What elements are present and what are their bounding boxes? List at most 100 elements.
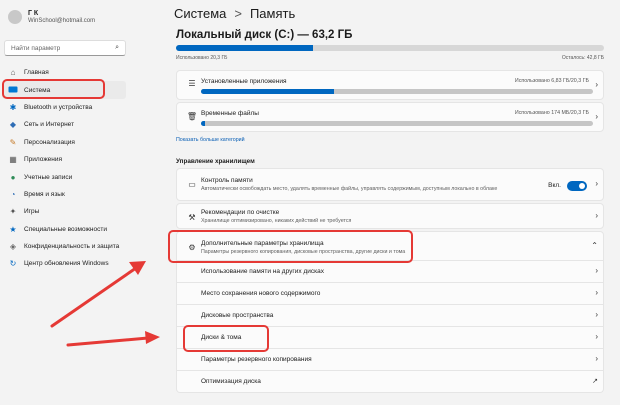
sub-item-other-drives-usage[interactable]: Использование памяти на других дисках › bbox=[176, 261, 604, 283]
category-usage: Использовано 174 МБ/20,3 ГБ bbox=[514, 110, 589, 116]
page-title: Память bbox=[249, 6, 296, 21]
category-usage-fill bbox=[201, 121, 205, 126]
category-title: Установленные приложения bbox=[201, 78, 287, 85]
sidebar-item-label: Время и язык bbox=[24, 190, 65, 198]
sidebar-nav: ⌂ Главная Система ✱ Bluetooth и устройст… bbox=[2, 64, 126, 273]
sub-item-label: Место сохранения нового содержимого bbox=[201, 290, 321, 297]
disk-title: Локальный диск (C:) — 63,2 ГБ bbox=[176, 29, 353, 41]
toggle-label: Вкл. bbox=[548, 182, 561, 189]
brush-icon: ✎ bbox=[9, 137, 17, 147]
sub-item-save-locations[interactable]: Место сохранения нового содержимого › bbox=[176, 283, 604, 305]
account-icon: ● bbox=[10, 172, 16, 182]
category-usage-fill bbox=[201, 89, 335, 94]
network-icon: ◆ bbox=[9, 120, 17, 130]
sidebar-item-label: Приложения bbox=[24, 156, 63, 164]
chevron-right-icon: › bbox=[595, 80, 598, 89]
system-icon bbox=[8, 85, 18, 95]
bluetooth-icon: ✱ bbox=[9, 102, 17, 112]
breadcrumb: Система > Память bbox=[174, 6, 295, 21]
sub-item-backup-options[interactable]: Параметры резервного копирования › bbox=[176, 349, 604, 371]
cleanup-subtitle: Хранилище оптимизировано, никаких действ… bbox=[201, 218, 352, 224]
sidebar-item-label: Сеть и Интернет bbox=[24, 121, 75, 129]
search-icon: ⌕ bbox=[115, 44, 119, 51]
sidebar-item-personalization[interactable]: ✎ Персонализация bbox=[2, 134, 126, 151]
gamepad-icon: ✦ bbox=[9, 207, 17, 217]
show-more-categories-link[interactable]: Показать больше категорий bbox=[176, 137, 245, 143]
sidebar-item-network[interactable]: ◆ Сеть и Интернет bbox=[2, 116, 126, 133]
sidebar-item-accessibility[interactable]: ★ Специальные возможности bbox=[2, 221, 126, 238]
sidebar-item-label: Центр обновления Windows bbox=[24, 260, 109, 268]
storage-sense-row[interactable]: ▭ Контроль памяти Автоматически освобожд… bbox=[176, 168, 604, 201]
disk-usage-bar bbox=[176, 45, 604, 51]
search-placeholder: Найти параметр bbox=[11, 44, 61, 52]
sidebar-item-privacy[interactable]: ◈ Конфиденциальность и защита bbox=[2, 238, 126, 255]
toggle-knob bbox=[579, 183, 585, 189]
sidebar-item-label: Bluetooth и устройства bbox=[24, 103, 93, 111]
category-installed-apps[interactable]: ☰ Установленные приложения Использовано … bbox=[176, 70, 604, 100]
chevron-right-icon: › bbox=[595, 288, 598, 297]
avatar bbox=[8, 10, 22, 24]
breadcrumb-separator-icon: > bbox=[234, 6, 242, 21]
disk-free-label: Осталось: 42,8 ГБ bbox=[561, 55, 604, 61]
sub-item-label: Оптимизация диска bbox=[201, 378, 261, 385]
sidebar-item-label: Главная bbox=[24, 69, 49, 77]
storage-sense-toggle[interactable] bbox=[567, 181, 587, 191]
broom-icon: ⚒ bbox=[188, 212, 196, 222]
sub-item-label: Использование памяти на других дисках bbox=[201, 268, 324, 275]
cleanup-title: Рекомендации по очистке bbox=[201, 209, 280, 216]
category-usage-bar bbox=[201, 121, 593, 126]
sidebar-item-apps[interactable]: ▦ Приложения bbox=[2, 151, 126, 168]
user-profile[interactable]: Г К WinSchool@hotmail.com bbox=[8, 10, 95, 24]
disk-used-label: Использовано 20,3 ГБ bbox=[176, 55, 228, 61]
sidebar-item-bluetooth[interactable]: ✱ Bluetooth и устройства bbox=[2, 99, 126, 116]
sidebar-item-label: Учетные записи bbox=[24, 173, 73, 181]
home-icon: ⌂ bbox=[10, 68, 16, 78]
search-input[interactable]: Найти параметр ⌕ bbox=[4, 40, 126, 56]
update-icon: ↻ bbox=[9, 259, 17, 269]
sidebar: Г К WinSchool@hotmail.com Найти параметр… bbox=[0, 0, 160, 405]
sidebar-item-windows-update[interactable]: ↻ Центр обновления Windows bbox=[2, 255, 126, 272]
user-name: Г К bbox=[28, 10, 39, 17]
apps-list-icon: ☰ bbox=[188, 78, 196, 88]
sidebar-item-gaming[interactable]: ✦ Игры bbox=[2, 203, 126, 220]
storage-sense-icon: ▭ bbox=[188, 179, 196, 189]
section-title: Управление хранилищем bbox=[176, 158, 255, 165]
storage-sense-title: Контроль памяти bbox=[201, 177, 253, 184]
advanced-storage-subtitle: Параметры резервного копирования, дисков… bbox=[201, 249, 406, 255]
sidebar-item-label: Конфиденциальность и защита bbox=[24, 243, 120, 251]
clock-icon: ◔ bbox=[10, 189, 16, 199]
chevron-up-icon: ⌃ bbox=[591, 241, 598, 250]
external-link-icon: ↗ bbox=[592, 378, 598, 385]
sidebar-item-system[interactable]: Система bbox=[2, 81, 126, 99]
breadcrumb-parent[interactable]: Система bbox=[174, 6, 226, 21]
accessibility-icon: ★ bbox=[9, 224, 17, 234]
trash-icon: 🗑 bbox=[186, 111, 198, 121]
sidebar-item-label: Персонализация bbox=[24, 138, 75, 146]
cleanup-recommendations-row[interactable]: ⚒ Рекомендации по очистке Хранилище опти… bbox=[176, 203, 604, 229]
sub-item-drive-optimization[interactable]: Оптимизация диска ↗ bbox=[176, 371, 604, 393]
sidebar-item-home[interactable]: ⌂ Главная bbox=[2, 64, 126, 81]
sidebar-item-label: Система bbox=[24, 86, 51, 94]
sidebar-item-label: Игры bbox=[24, 208, 40, 216]
chevron-right-icon: › bbox=[595, 179, 598, 188]
storage-sense-subtitle: Автоматически освобождать место, удалять… bbox=[201, 186, 498, 192]
advanced-storage-title: Дополнительные параметры хранилища bbox=[201, 240, 324, 247]
sidebar-item-accounts[interactable]: ● Учетные записи bbox=[2, 168, 126, 185]
sidebar-item-time-language[interactable]: ◔ Время и язык bbox=[2, 186, 126, 203]
category-usage: Использовано 6,83 ГБ/20,3 ГБ bbox=[514, 78, 589, 84]
chevron-right-icon: › bbox=[595, 211, 598, 220]
sub-item-disks-volumes[interactable]: Диски & тома › bbox=[176, 327, 604, 349]
sub-item-label: Дисковые пространства bbox=[201, 312, 274, 319]
shield-icon: ◈ bbox=[9, 242, 17, 252]
sub-item-storage-spaces[interactable]: Дисковые пространства › bbox=[176, 305, 604, 327]
chevron-right-icon: › bbox=[595, 266, 598, 275]
disk-usage-fill bbox=[176, 45, 313, 51]
chevron-right-icon: › bbox=[595, 354, 598, 363]
category-temp-files[interactable]: 🗑 Временные файлы Использовано 174 МБ/20… bbox=[176, 102, 604, 132]
sub-item-label: Диски & тома bbox=[201, 334, 242, 341]
category-title: Временные файлы bbox=[201, 110, 259, 117]
advanced-storage-settings-row[interactable]: ⚙ Дополнительные параметры хранилища Пар… bbox=[176, 231, 604, 261]
sub-item-label: Параметры резервного копирования bbox=[201, 356, 312, 363]
apps-icon: ▦ bbox=[9, 155, 17, 165]
chevron-right-icon: › bbox=[595, 112, 598, 121]
